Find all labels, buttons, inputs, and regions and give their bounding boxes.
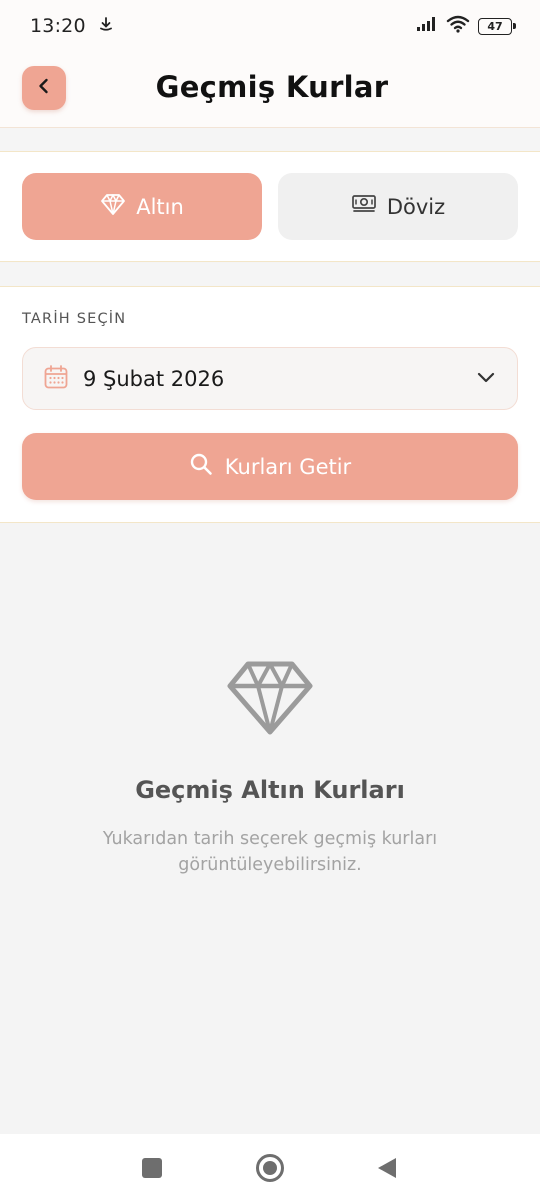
fetch-rates-button[interactable]: Kurları Getir xyxy=(22,433,518,500)
header: Geçmiş Kurlar xyxy=(0,52,540,128)
recent-apps-button[interactable] xyxy=(142,1158,162,1178)
home-button[interactable] xyxy=(256,1154,284,1182)
date-value: 9 Şubat 2026 xyxy=(83,366,225,391)
status-time: 13:20 xyxy=(30,15,86,37)
tab-currency-label: Döviz xyxy=(386,194,446,219)
banknote-icon xyxy=(351,194,377,219)
home-dot xyxy=(263,1161,277,1175)
fetch-rates-label: Kurları Getir xyxy=(224,454,352,479)
rate-type-tabs: Altın Döviz xyxy=(0,152,540,262)
download-icon xyxy=(98,16,114,36)
date-picker-field[interactable]: 9 Şubat 2026 xyxy=(22,347,518,410)
empty-state-title: Geçmiş Altın Kurları xyxy=(135,776,405,804)
diamond-icon xyxy=(100,192,126,221)
tab-currency[interactable]: Döviz xyxy=(278,173,518,240)
battery-level: 47 xyxy=(487,19,503,33)
page-title: Geçmiş Kurlar xyxy=(155,70,389,104)
status-bar: 13:20 47 xyxy=(0,0,540,52)
date-selection-card: TARİH SEÇİN 9 Şubat 2026 Kurları Getir xyxy=(0,287,540,523)
empty-state-description: Yukarıdan tarih seçerek geçmiş kurları g… xyxy=(102,829,438,875)
battery-icon: 47 xyxy=(478,17,516,35)
calendar-icon xyxy=(43,364,69,394)
section-divider xyxy=(0,128,540,152)
section-divider xyxy=(0,263,540,287)
empty-state: Geçmiş Altın Kurları Yukarıdan tarih seç… xyxy=(0,524,540,1134)
chevron-down-icon xyxy=(475,366,497,392)
tab-gold-label: Altın xyxy=(136,194,184,219)
wifi-icon xyxy=(446,15,470,37)
search-icon xyxy=(189,452,213,481)
system-nav-bar xyxy=(0,1134,540,1200)
signal-icon xyxy=(416,16,438,36)
nav-back-button[interactable] xyxy=(376,1156,398,1184)
tab-gold[interactable]: Altın xyxy=(22,173,262,240)
date-section-label: TARİH SEÇİN xyxy=(22,311,127,327)
diamond-icon xyxy=(226,658,314,742)
